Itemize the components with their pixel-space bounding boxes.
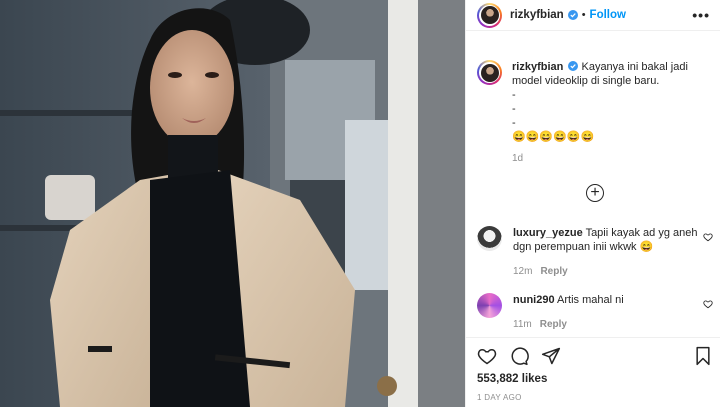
post-side-panel: rizkyfbian • Follow ••• rizkyfbian Kayan…: [465, 0, 720, 407]
comment-text: Tapii kayak ad yg aneh: [585, 227, 698, 239]
more-options-icon[interactable]: •••: [692, 7, 710, 23]
verified-badge-icon: [567, 10, 578, 20]
likes-count[interactable]: 553,882 likes: [477, 373, 547, 385]
comment-text-continued: dgn perempuan inii wkwk 😄: [513, 241, 654, 253]
reply-button[interactable]: Reply: [540, 319, 567, 330]
share-icon[interactable]: [541, 346, 561, 366]
caption-avatar[interactable]: [477, 60, 502, 85]
like-comment-heart-icon[interactable]: [703, 232, 713, 242]
separator-dot: •: [581, 9, 586, 21]
caption-text-line1: Kayanya ini bakal jadi: [581, 61, 688, 73]
bookmark-icon[interactable]: [693, 346, 713, 366]
caption-username[interactable]: rizkyfbian: [512, 61, 563, 73]
comment-icon[interactable]: [509, 346, 529, 366]
comment-timestamp[interactable]: 12m: [513, 266, 532, 277]
caption-timestamp[interactable]: 1d: [512, 152, 688, 166]
post-image: [0, 0, 465, 407]
commenter-username[interactable]: nuni290: [513, 294, 555, 306]
verified-badge-icon: [568, 61, 579, 71]
comment-item: luxury_yezue Tapii kayak ad yg aneh dgn …: [477, 226, 713, 279]
author-avatar[interactable]: [477, 2, 502, 28]
commenter-avatar[interactable]: [477, 293, 502, 318]
caption-text-line2: model videoklip di single baru.: [512, 75, 660, 87]
caption-text-line3: -: [512, 89, 516, 101]
caption-emojis: 😄😄😄😄😄😄: [512, 131, 595, 143]
post-action-bar: [466, 337, 720, 373]
post-header: rizkyfbian • Follow •••: [466, 0, 720, 31]
load-more-comments-button[interactable]: +: [586, 184, 604, 202]
reply-button[interactable]: Reply: [540, 266, 567, 277]
comment-item: nuni290 Artis mahal ni 11m Reply: [477, 293, 713, 332]
heart-icon[interactable]: [477, 346, 497, 366]
post-caption: rizkyfbian Kayanya ini bakal jadi model …: [477, 60, 707, 166]
like-comment-heart-icon[interactable]: [703, 299, 713, 309]
plus-circle-icon: +: [590, 184, 600, 201]
commenter-username[interactable]: luxury_yezue: [513, 227, 583, 239]
follow-button[interactable]: Follow: [590, 9, 626, 21]
comment-text: Artis mahal ni: [557, 294, 624, 306]
comment-timestamp[interactable]: 11m: [513, 319, 532, 330]
post-timestamp[interactable]: 1 DAY AGO: [477, 393, 522, 402]
caption-text-line5: -: [512, 117, 516, 129]
caption-text-line4: -: [512, 103, 516, 115]
commenter-avatar[interactable]: [477, 226, 502, 251]
author-username[interactable]: rizkyfbian: [510, 9, 564, 21]
post-photo[interactable]: [0, 0, 465, 407]
